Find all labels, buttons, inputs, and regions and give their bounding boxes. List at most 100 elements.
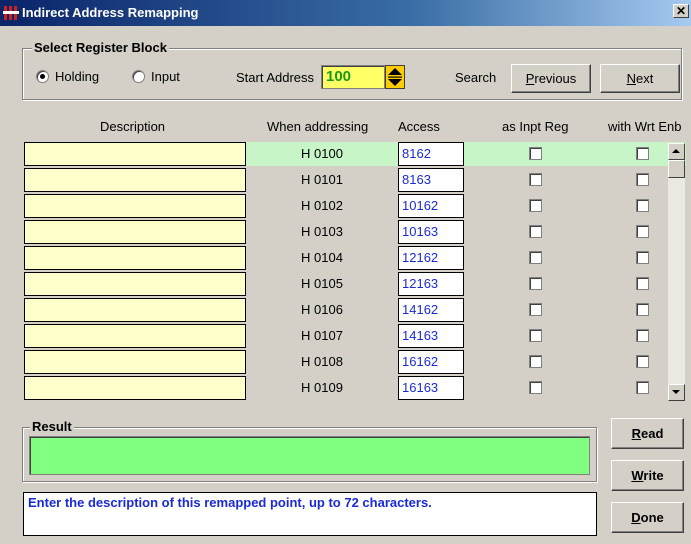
description-field[interactable]: [24, 194, 246, 218]
description-field[interactable]: [24, 298, 246, 322]
access-field[interactable]: 16162: [398, 350, 464, 374]
scroll-down-button[interactable]: [668, 384, 685, 401]
previous-button[interactable]: Previous: [511, 64, 591, 93]
address-value: H 0105: [301, 276, 343, 291]
as-inpt-reg-checkbox[interactable]: [529, 355, 542, 368]
table-row: H 0104 12162: [24, 246, 664, 271]
description-field[interactable]: [24, 324, 246, 348]
as-inpt-reg-checkbox[interactable]: [529, 173, 542, 186]
address-value: H 0104: [301, 250, 343, 265]
description-field[interactable]: [24, 246, 246, 270]
table-row: H 0101 8163: [24, 168, 664, 193]
as-inpt-reg-checkbox[interactable]: [529, 329, 542, 342]
done-button-label: Done: [631, 510, 664, 525]
input-radio-dot: [132, 70, 145, 83]
result-label: Result: [30, 419, 74, 434]
access-field[interactable]: 14163: [398, 324, 464, 348]
result-field: [29, 436, 590, 475]
read-button-label: Read: [631, 426, 664, 441]
holding-radio[interactable]: Holding: [36, 69, 99, 84]
with-wrt-enb-header: with Wrt Enb: [608, 119, 682, 134]
address-value: H 0102: [301, 198, 343, 213]
address-value: H 0109: [301, 380, 343, 395]
access-field[interactable]: 16163: [398, 376, 464, 400]
search-label: Search: [455, 70, 497, 85]
start-address-label: Start Address: [236, 70, 315, 85]
next-button-label: Next: [626, 71, 654, 86]
table-row: H 0109 16163: [24, 376, 664, 401]
with-wrt-enb-checkbox[interactable]: [636, 173, 649, 186]
with-wrt-enb-checkbox[interactable]: [636, 251, 649, 264]
scroll-up-button[interactable]: [668, 143, 685, 160]
table-row: H 0102 10162: [24, 194, 664, 219]
with-wrt-enb-checkbox[interactable]: [636, 225, 649, 238]
table-row: H 0108 16162: [24, 350, 664, 375]
table-row: H 0107 14163: [24, 324, 664, 349]
access-field[interactable]: 12162: [398, 246, 464, 270]
read-button[interactable]: Read: [611, 418, 684, 449]
holding-radio-dot: [36, 70, 49, 83]
spin-up-down-icon: [388, 68, 402, 86]
as-inpt-reg-checkbox[interactable]: [529, 225, 542, 238]
start-address-input[interactable]: 100: [321, 65, 385, 89]
with-wrt-enb-checkbox[interactable]: [636, 381, 649, 394]
with-wrt-enb-checkbox[interactable]: [636, 277, 649, 290]
address-value: H 0100: [301, 146, 343, 161]
done-button[interactable]: Done: [611, 502, 684, 533]
close-button[interactable]: ✕: [673, 4, 689, 18]
description-field[interactable]: [24, 376, 246, 400]
as-inpt-reg-checkbox[interactable]: [529, 277, 542, 290]
table-row: H 0106 14162: [24, 298, 664, 323]
previous-button-label: Previous: [525, 71, 577, 86]
scroll-up-icon: [672, 149, 680, 153]
access-header: Access: [398, 119, 440, 134]
address-value: H 0107: [301, 328, 343, 343]
description-field[interactable]: [24, 168, 246, 192]
app-logo-icon: [3, 6, 19, 20]
address-value: H 0101: [301, 172, 343, 187]
register-block-label: Select Register Block: [32, 40, 169, 55]
scroll-down-icon: [672, 390, 680, 394]
input-radio-label: Input: [151, 69, 180, 84]
access-field[interactable]: 8163: [398, 168, 464, 192]
access-field[interactable]: 8162: [398, 142, 464, 166]
window-title: Indirect Address Remapping: [22, 5, 199, 20]
start-address-spinner[interactable]: [385, 65, 405, 89]
with-wrt-enb-checkbox[interactable]: [636, 199, 649, 212]
table-row: H 0100 8162: [24, 142, 686, 167]
status-message: Enter the description of this remapped p…: [23, 492, 597, 536]
as-inpt-reg-checkbox[interactable]: [529, 251, 542, 264]
access-field[interactable]: 14162: [398, 298, 464, 322]
description-field[interactable]: [24, 272, 246, 296]
title-bar: Indirect Address Remapping ✕: [0, 0, 691, 26]
access-field[interactable]: 10163: [398, 220, 464, 244]
next-button[interactable]: Next: [600, 64, 680, 93]
address-value: H 0106: [301, 302, 343, 317]
as-inpt-reg-header: as Inpt Reg: [502, 119, 569, 134]
table-row: H 0105 12163: [24, 272, 664, 297]
address-value: H 0108: [301, 354, 343, 369]
description-field[interactable]: [24, 350, 246, 374]
as-inpt-reg-checkbox[interactable]: [529, 199, 542, 212]
access-field[interactable]: 10162: [398, 194, 464, 218]
when-addressing-header: When addressing: [267, 119, 369, 134]
address-value: H 0103: [301, 224, 343, 239]
scroll-thumb[interactable]: [668, 160, 685, 178]
with-wrt-enb-checkbox[interactable]: [636, 303, 649, 316]
description-header: Description: [100, 119, 166, 134]
access-field[interactable]: 12163: [398, 272, 464, 296]
as-inpt-reg-checkbox[interactable]: [529, 381, 542, 394]
close-icon: ✕: [675, 4, 687, 18]
table-scrollbar[interactable]: [668, 143, 685, 401]
input-radio[interactable]: Input: [132, 69, 180, 84]
as-inpt-reg-checkbox[interactable]: [529, 303, 542, 316]
with-wrt-enb-checkbox[interactable]: [636, 355, 649, 368]
with-wrt-enb-checkbox[interactable]: [636, 329, 649, 342]
as-inpt-reg-checkbox[interactable]: [529, 147, 542, 160]
with-wrt-enb-checkbox[interactable]: [636, 147, 649, 160]
write-button-label: Write: [631, 468, 664, 483]
description-field[interactable]: [24, 220, 246, 244]
table-row: H 0103 10163: [24, 220, 664, 245]
write-button[interactable]: Write: [611, 460, 684, 491]
description-field[interactable]: [24, 142, 246, 166]
